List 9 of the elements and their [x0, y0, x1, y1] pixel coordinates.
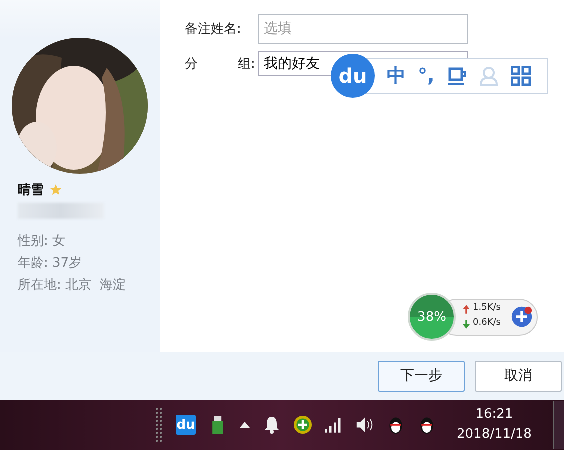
group-label: 分: [185, 56, 198, 72]
profile-detail: 所在地: 北京 海淀: [18, 277, 127, 294]
profile-detail: 年龄: 37岁: [18, 255, 84, 272]
upload-speed: 1.5K/s: [473, 303, 501, 313]
profile-detail: 性别: 女: [18, 233, 67, 250]
group-label: 组:: [238, 56, 256, 72]
contact-name: 晴雪: [18, 182, 44, 199]
remark-label: 备注姓名:: [185, 21, 242, 38]
download-speed: 0.6K/s: [473, 318, 501, 328]
